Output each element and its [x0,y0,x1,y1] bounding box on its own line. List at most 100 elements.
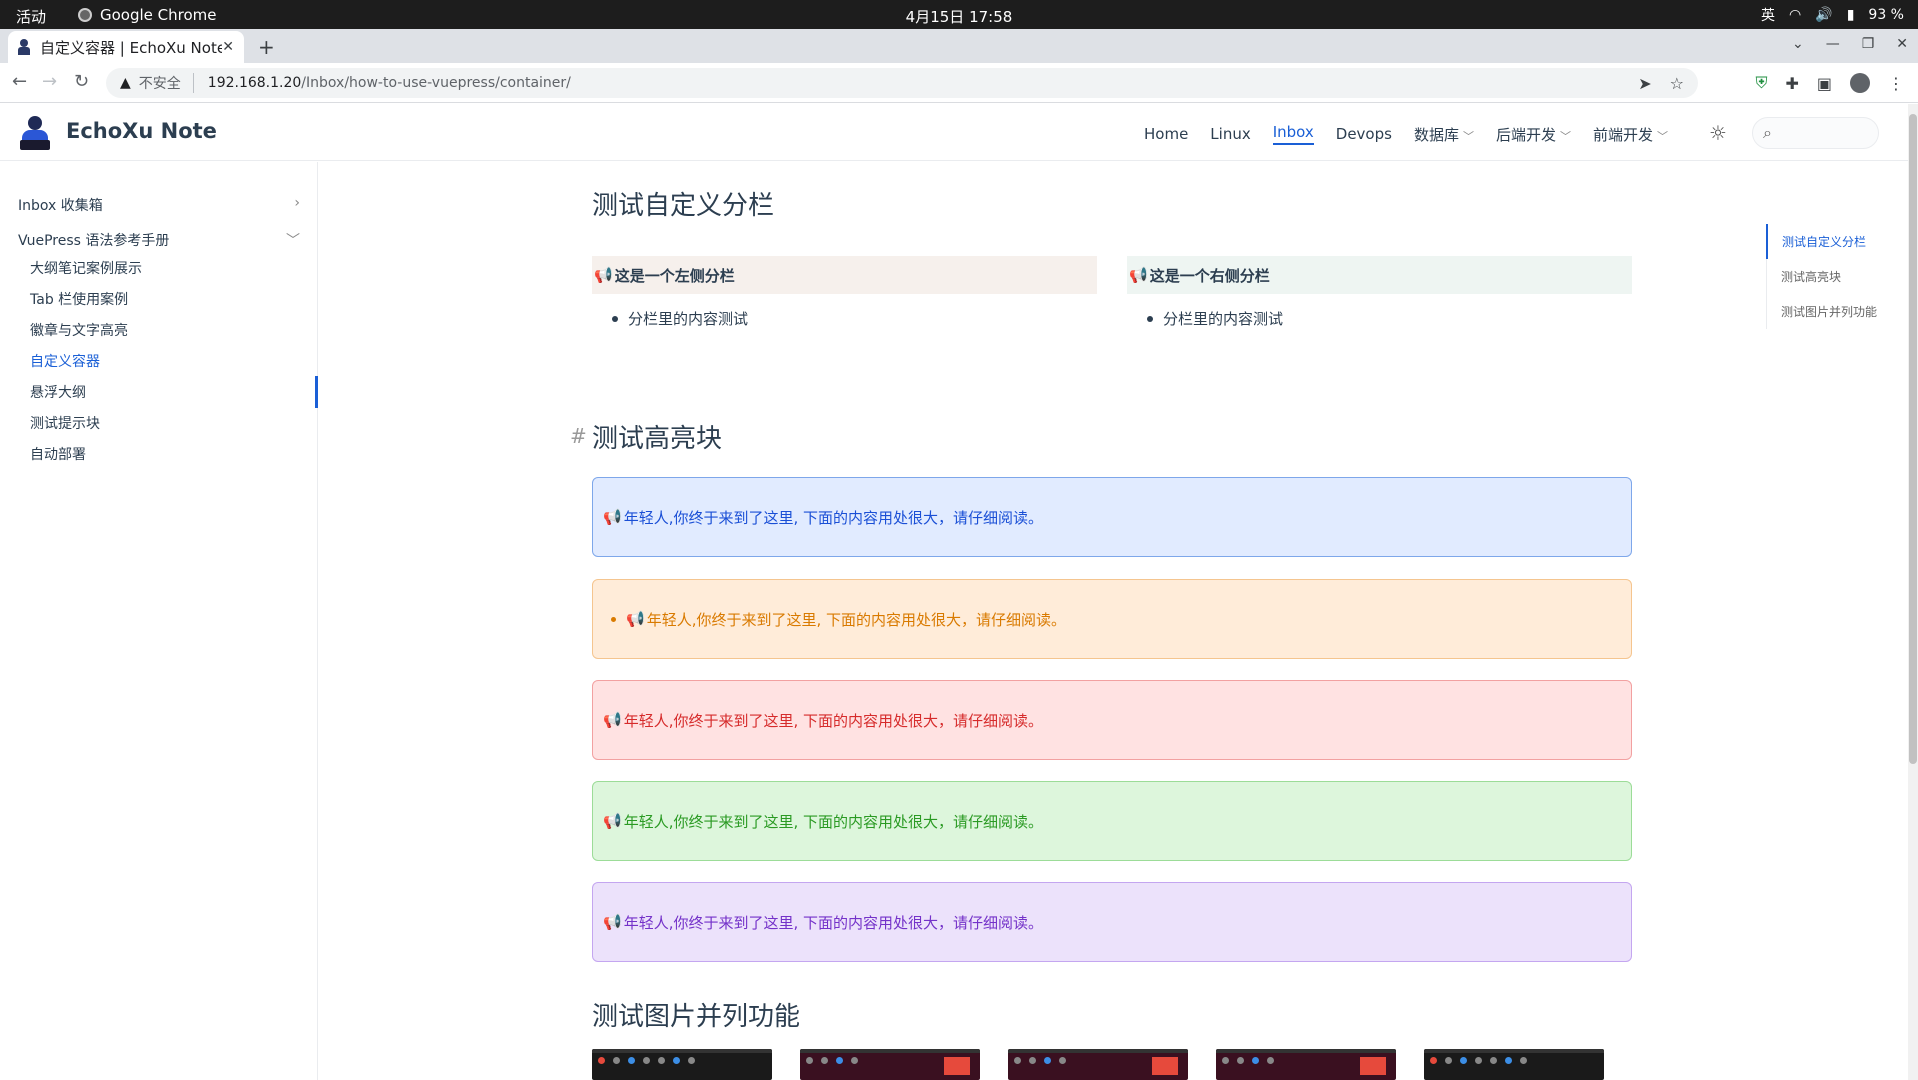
highlight-block-note: 📢 年轻人,你终于来到了这里, 下面的内容用处很大，请仔细阅读。 [592,882,1632,962]
tab-strip: 自定义容器 | EchoXu Note ✕ [0,29,1918,63]
heading-anchor[interactable]: # [570,424,587,448]
highlight-block-danger: 📢 年轻人,你终于来到了这里, 下面的内容用处很大，请仔细阅读。 [592,680,1632,760]
highlight-block-warning: 📢 年轻人,你终于来到了这里, 下面的内容用处很大，请仔细阅读。 [592,579,1632,659]
nav-home[interactable]: Home [1144,125,1188,143]
wifi-icon: ◠ [1789,7,1802,23]
sidebar-item-deploy[interactable]: 自动部署 [30,444,86,464]
gallery-image[interactable] [1216,1049,1396,1080]
highlight-text: 年轻人,你终于来到了这里, 下面的内容用处很大，请仔细阅读。 [623,508,1043,527]
sidebar-item-float-outline[interactable]: 悬浮大纲 [30,382,86,402]
site-title[interactable]: EchoXu Note [66,119,217,143]
list-item: 分栏里的内容测试 [1127,308,1632,329]
highlight-text: 年轻人,你终于来到了这里, 下面的内容用处很大，请仔细阅读。 [623,812,1043,831]
extension-area: ⛨ ✚ ▣ ⋮ [1755,73,1904,93]
system-top-bar: 活动 Google Chrome 4月15日 17:58 英 ◠ 🔊 ▮ 93 … [0,0,1918,29]
sidebar-item-tab[interactable]: Tab 栏使用案例 [30,289,128,309]
close-window-icon[interactable]: ✕ [1896,36,1908,52]
bullet [612,315,618,322]
megaphone-icon: 📢 [603,508,622,526]
profile-avatar[interactable] [1850,73,1870,93]
megaphone-icon: 📢 [603,812,622,830]
gallery-image[interactable] [1424,1049,1604,1080]
list-item-text: 分栏里的内容测试 [628,310,749,328]
shield-extension-icon[interactable]: ⛨ [1755,73,1767,93]
theme-toggle-sun-icon[interactable]: ☼ [1709,121,1727,145]
bookmark-star-icon[interactable]: ☆ [1670,74,1684,93]
toc-item-columns[interactable]: 测试自定义分栏 [1766,224,1906,259]
input-method[interactable]: 英 [1761,5,1775,25]
volume-icon: 🔊 [1815,7,1833,23]
close-tab-icon[interactable]: ✕ [222,39,234,55]
site-navbar: EchoXu Note Home Linux Inbox Devops 数据库 ﹀… [0,104,1910,161]
nav-frontend[interactable]: 前端开发 ﹀ [1593,124,1668,145]
left-column-header: 📢 这是一个左侧分栏 [592,256,1097,294]
battery-level: 93 % [1868,7,1904,23]
list-item-text: 分栏里的内容测试 [1163,310,1284,328]
system-tray[interactable]: 英 ◠ 🔊 ▮ 93 % [1761,5,1904,25]
favicon-icon [18,39,30,55]
clock[interactable]: 4月15日 17:58 [906,6,1013,27]
gallery-image[interactable] [1008,1049,1188,1080]
right-column-header: 📢 这是一个右侧分栏 [1127,256,1632,294]
highlight-block-success: 📢 年轻人,你终于来到了这里, 下面的内容用处很大，请仔细阅读。 [592,781,1632,861]
sidebar-item-container[interactable]: 自定义容器 [30,351,100,371]
chevron-down-icon: ﹀ [1462,129,1474,143]
browser-tab[interactable]: 自定义容器 | EchoXu Note ✕ [8,31,244,63]
puzzle-extension-icon[interactable]: ✚ [1785,74,1798,93]
warning-icon[interactable]: ▲ [120,75,131,91]
reload-icon[interactable]: ↻ [74,71,89,92]
nav-inbox[interactable]: Inbox [1272,123,1314,145]
sidebar-item-tips[interactable]: 测试提示块 [30,413,100,433]
new-tab-button[interactable]: + [258,35,275,59]
send-icon[interactable]: ➤ [1638,74,1651,93]
maximize-icon[interactable]: ❐ [1862,36,1875,52]
sidebar-group-label: Inbox 收集箱 [18,198,103,214]
sidebar-group-inbox[interactable]: Inbox 收集箱 › [18,195,300,215]
minimize-icon[interactable]: — [1826,36,1840,52]
highlight-text: 年轻人,你终于来到了这里, 下面的内容用处很大，请仔细阅读。 [623,913,1043,932]
section-title-highlight: 测试高亮块 [592,424,723,454]
bullet [1147,315,1153,322]
side-panel-icon[interactable]: ▣ [1817,74,1832,93]
chevron-down-icon: ﹀ [1656,129,1668,143]
search-input[interactable]: ⌕ [1752,117,1879,149]
right-column-title: 这是一个右侧分栏 [1149,266,1270,285]
toc-item-highlight[interactable]: 测试高亮块 [1767,259,1906,294]
nav-database[interactable]: 数据库 ﹀ [1414,124,1474,145]
section-title-columns: 测试自定义分栏 [592,191,775,221]
nav-devops[interactable]: Devops [1336,125,1392,143]
megaphone-icon: 📢 [603,913,622,931]
chrome-icon [78,8,92,22]
highlight-block-info: 📢 年轻人,你终于来到了这里, 下面的内容用处很大，请仔细阅读。 [592,477,1632,557]
megaphone-icon: 📢 [626,610,645,628]
scrollbar-thumb[interactable] [1909,114,1917,764]
insecure-label[interactable]: 不安全 [139,73,194,93]
sidebar-group-vuepress[interactable]: VuePress 语法参考手册 ﹀ [18,230,300,250]
section-title-images: 测试图片并列功能 [592,1002,801,1032]
sidebar-item-outline[interactable]: 大纲笔记案例展示 [30,258,142,278]
bullet [611,616,616,622]
gallery-image[interactable] [592,1049,772,1080]
tab-search-icon[interactable]: ⌄ [1792,36,1804,52]
battery-icon: ▮ [1846,7,1855,23]
megaphone-icon: 📢 [603,711,622,729]
sidebar-item-badge[interactable]: 徽章与文字高亮 [30,320,128,340]
app-menu[interactable]: Google Chrome [78,6,217,24]
url-path: /Inbox/how-to-use-vuepress/container/ [301,75,571,91]
site-logo[interactable] [20,114,50,152]
back-icon[interactable]: ← [12,71,27,92]
nav-linux[interactable]: Linux [1210,125,1250,143]
toc-item-images[interactable]: 测试图片并列功能 [1767,294,1906,329]
sidebar-active-indicator [315,376,318,408]
activities-button[interactable]: 活动 [16,6,46,27]
nav-backend[interactable]: 后端开发 ﹀ [1496,124,1571,145]
address-bar[interactable]: ▲ 不安全 192.168.1.20 /Inbox/how-to-use-vue… [106,68,1698,98]
sidebar: Inbox 收集箱 › VuePress 语法参考手册 ﹀ 大纲笔记案例展示 T… [0,162,318,1080]
menu-kebab-icon[interactable]: ⋮ [1888,74,1904,93]
window-controls: ⌄ — ❐ ✕ [1792,36,1908,52]
gallery-image[interactable] [800,1049,980,1080]
vertical-scrollbar[interactable] [1908,104,1918,1080]
app-name: Google Chrome [100,6,217,24]
nav-backend-label: 后端开发 [1495,125,1556,144]
forward-icon[interactable]: → [42,71,57,92]
